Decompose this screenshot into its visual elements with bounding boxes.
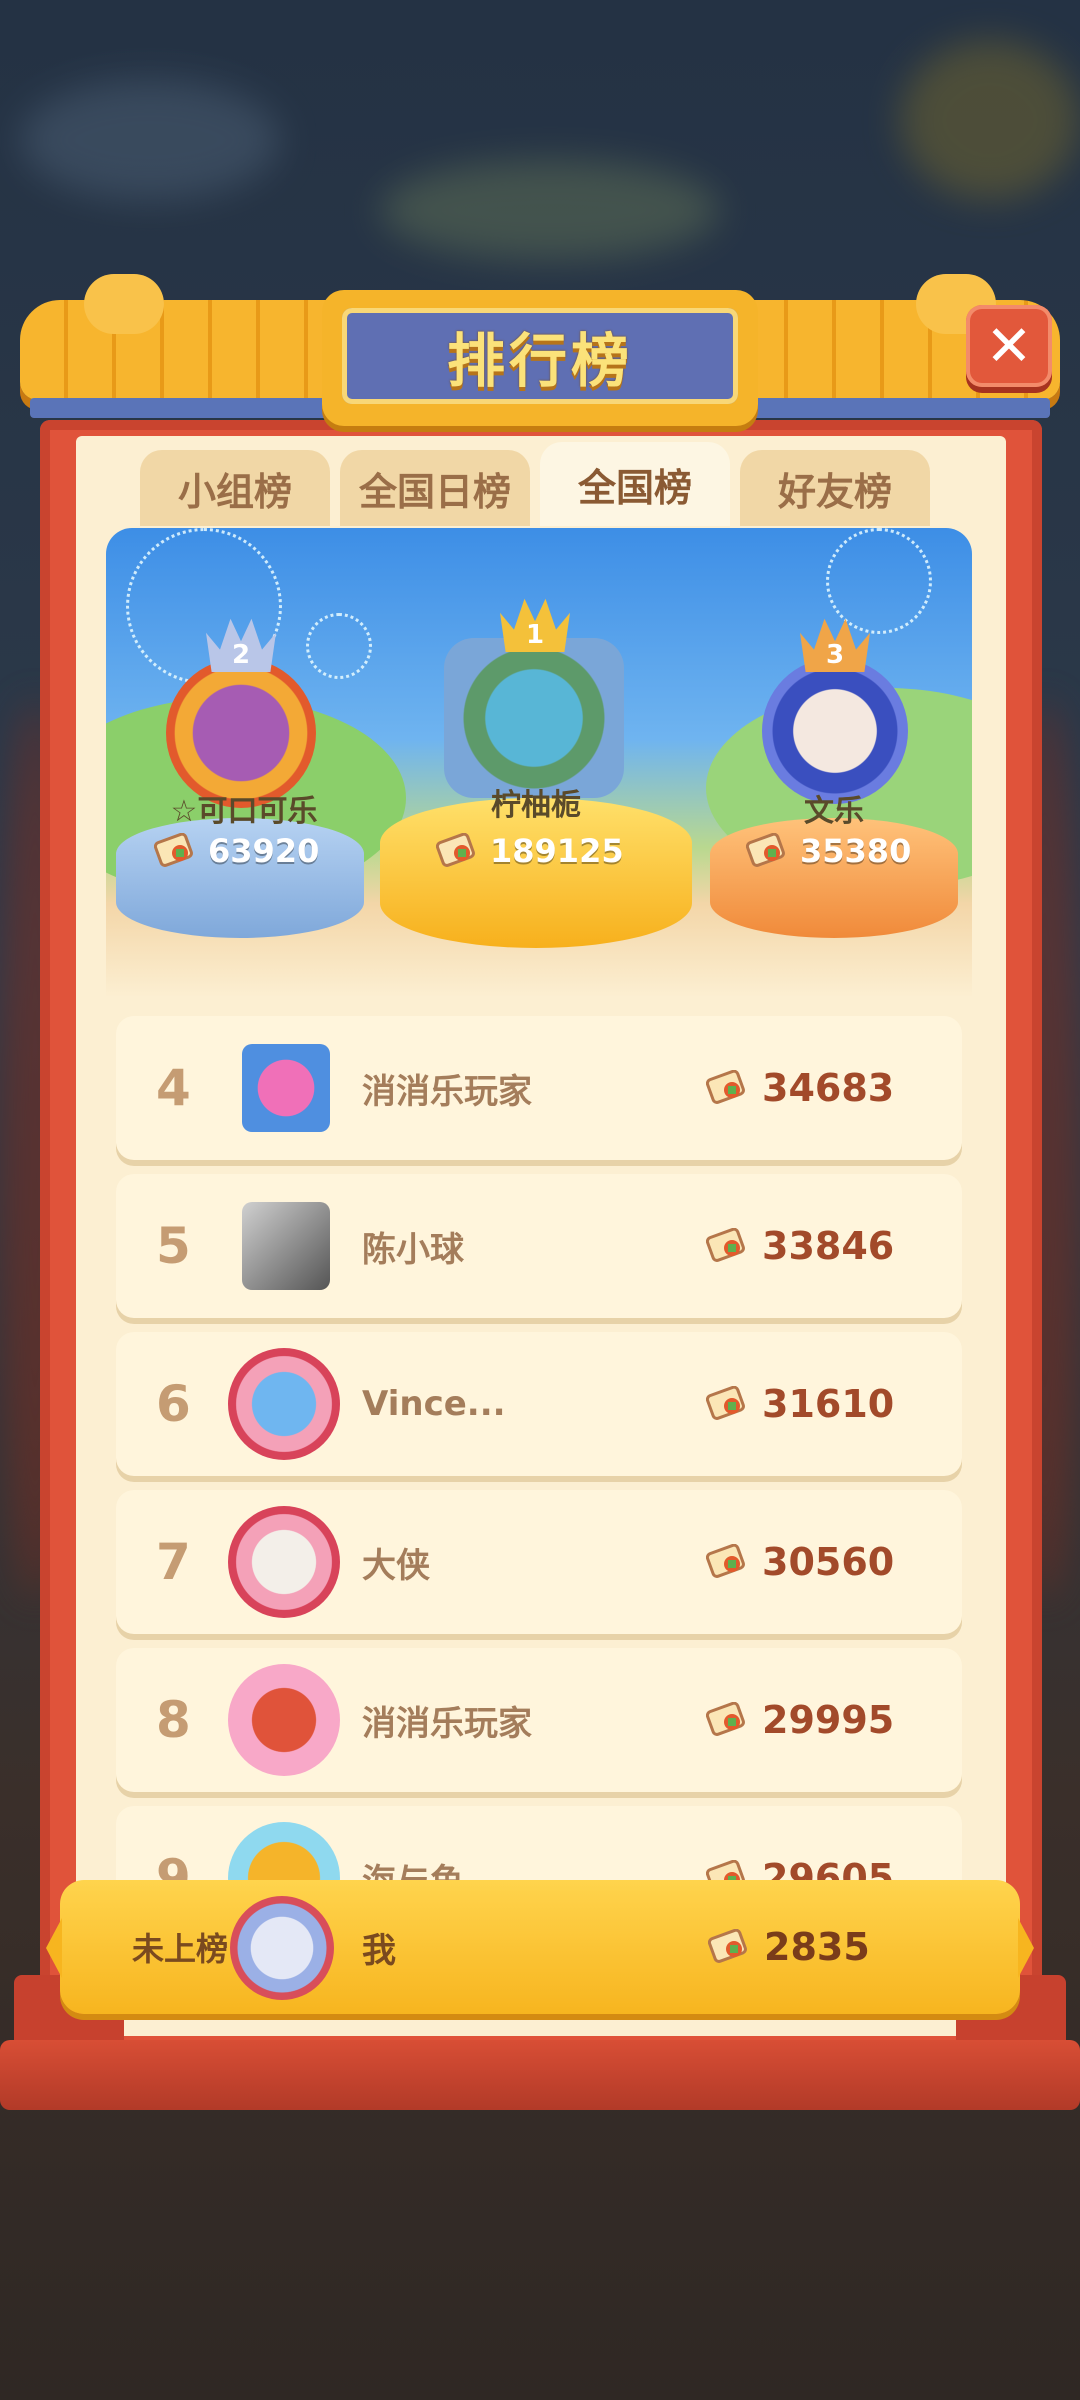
avatar <box>228 1506 340 1618</box>
player-score: 34683 <box>706 1016 894 1160</box>
podium-name-3: 文乐 <box>804 794 864 829</box>
ticket-icon <box>706 1386 745 1420</box>
ticket-icon <box>706 1544 745 1578</box>
list-item[interactable]: 4 消消乐玩家 34683 <box>116 1016 962 1160</box>
my-name: 我 <box>362 1930 396 1971</box>
list-item[interactable]: 5 陈小球 33846 <box>116 1174 962 1318</box>
rank-number: 5 <box>156 1217 191 1275</box>
close-icon: ✕ <box>985 313 1033 379</box>
avatar <box>228 1664 340 1776</box>
podium-name-1: 柠柚栀 <box>491 788 581 823</box>
list-item[interactable]: 7 大侠 30560 <box>116 1490 962 1634</box>
list-item[interactable]: 6 Vince... 31610 <box>116 1332 962 1476</box>
ticket-icon <box>746 833 785 867</box>
player-score: 30560 <box>706 1490 894 1634</box>
ticket-icon <box>436 833 475 867</box>
ticket-icon <box>708 1929 747 1963</box>
firework <box>826 528 932 634</box>
my-avatar[interactable] <box>230 1896 334 2000</box>
ticket-icon <box>154 833 193 867</box>
my-score: 2835 <box>708 1880 870 2014</box>
my-rank-label: 未上榜 <box>132 1930 229 1968</box>
crown-gold-icon: 1 <box>500 598 570 652</box>
player-name: 陈小球 <box>362 1229 464 1270</box>
frame-base <box>0 2040 1080 2110</box>
rank-number: 6 <box>156 1375 191 1433</box>
ticket-icon <box>706 1702 745 1736</box>
podium-name-2: ☆可口可乐 <box>170 794 318 829</box>
list-item[interactable]: 8 消消乐玩家 29995 <box>116 1648 962 1792</box>
rank-number: 7 <box>156 1533 191 1591</box>
player-name: 消消乐玩家 <box>362 1703 532 1744</box>
tab-national-daily[interactable]: 全国日榜 <box>340 450 530 526</box>
roof-ornament-left <box>84 274 164 334</box>
podium-area: 2 ☆可口可乐 63920 1 柠柚栀 189125 3 文乐 35380 <box>106 528 972 998</box>
tab-friends[interactable]: 好友榜 <box>740 450 930 526</box>
avatar <box>228 1348 340 1460</box>
tab-bar: 小组榜 全国日榜 全国榜 好友榜 <box>140 442 930 530</box>
tab-national[interactable]: 全国榜 <box>540 442 730 526</box>
background-blob <box>380 160 720 260</box>
close-button[interactable]: ✕ <box>966 305 1052 387</box>
page-title: 排行榜 <box>342 308 738 404</box>
player-name: 消消乐玩家 <box>362 1071 532 1112</box>
background-blob <box>900 40 1080 200</box>
my-rank-bar[interactable]: 未上榜 我 2835 <box>46 1880 1034 2014</box>
tab-group[interactable]: 小组榜 <box>140 450 330 526</box>
ticket-icon <box>706 1228 745 1262</box>
firework <box>306 613 372 679</box>
title-plaque: 排行榜 <box>322 290 758 426</box>
ticket-icon <box>706 1070 745 1104</box>
player-score: 33846 <box>706 1174 894 1318</box>
avatar <box>242 1044 330 1132</box>
rank-number: 8 <box>156 1691 191 1749</box>
rank-number: 4 <box>156 1059 191 1117</box>
player-name: 大侠 <box>362 1545 430 1586</box>
podium-score-1: 189125 <box>436 832 624 870</box>
avatar-rank-3[interactable] <box>762 658 908 804</box>
player-score: 31610 <box>706 1332 894 1476</box>
player-score: 29995 <box>706 1648 894 1792</box>
player-name: Vince... <box>362 1384 506 1424</box>
background-blob <box>20 80 280 200</box>
avatar-rank-1[interactable] <box>444 638 624 798</box>
avatar <box>242 1202 330 1290</box>
podium-score-2: 63920 <box>154 832 319 870</box>
podium-score-3: 35380 <box>746 832 911 870</box>
